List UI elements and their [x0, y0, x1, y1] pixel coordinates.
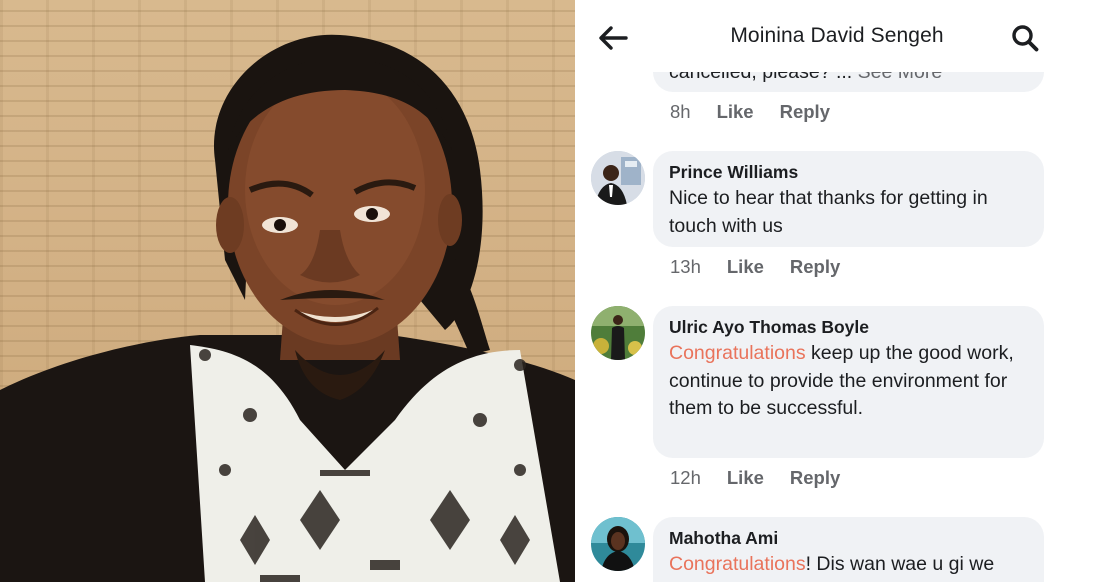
portrait-illustration [0, 34, 575, 582]
like-button[interactable]: Like [727, 256, 764, 278]
comment-bubble: Prince Williams Nice to hear that thanks… [653, 151, 1044, 247]
reply-button[interactable]: Reply [790, 256, 840, 278]
avatar[interactable] [591, 151, 645, 205]
avatar-image [591, 306, 645, 360]
comment-text: Congratulations! Dis wan wae u gi we [669, 551, 1028, 579]
reply-button[interactable]: Reply [780, 101, 830, 123]
comment-bubble: Ulric Ayo Thomas Boyle Congratulations k… [653, 306, 1044, 458]
comment-time: 12h [670, 467, 701, 488]
comment-text: Congratulations keep up the good work, c… [669, 340, 1028, 423]
search-icon [1012, 25, 1039, 52]
avatar[interactable] [591, 517, 645, 571]
avatar[interactable] [591, 306, 645, 360]
search-button[interactable] [1007, 20, 1043, 56]
like-button[interactable]: Like [717, 101, 754, 123]
comment-author[interactable]: Mahotha Ami [669, 527, 1028, 549]
mention-text: Congratulations [669, 553, 806, 575]
avatar-image [591, 151, 645, 205]
comment-bubble: Mahotha Ami Congratulations! Dis wan wae… [653, 517, 1044, 582]
comment-time: 8h [670, 101, 691, 122]
comment-meta: 8h Like Reply [670, 101, 830, 123]
comment-text: Nice to hear that thanks for getting in … [669, 187, 988, 237]
comment-meta: 12h Like Reply [670, 467, 840, 489]
comment-author[interactable]: Prince Williams [669, 161, 1028, 183]
mention-text: Congratulations [669, 342, 806, 364]
like-button[interactable]: Like [727, 467, 764, 489]
comments-panel: Moinina David Sengeh cancelled, please? … [575, 0, 1099, 582]
comment-author[interactable]: Ulric Ayo Thomas Boyle [669, 316, 1028, 338]
comment-body: ! Dis wan wae u gi we [805, 553, 995, 575]
portrait-photo [0, 0, 575, 582]
reply-button[interactable]: Reply [790, 467, 840, 489]
comment-time: 13h [670, 256, 701, 277]
comment-meta: 13h Like Reply [670, 256, 840, 278]
avatar-image [591, 517, 645, 571]
